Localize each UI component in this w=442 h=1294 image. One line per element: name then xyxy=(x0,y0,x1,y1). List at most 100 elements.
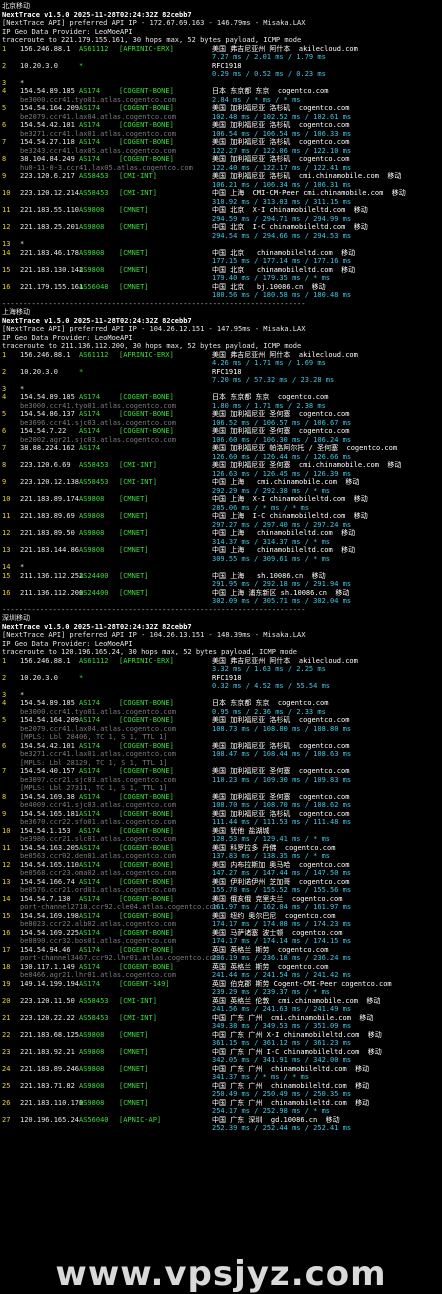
hop-tag: [CMNET] xyxy=(119,1064,149,1073)
rtt-values: 252.39 ms / 252.44 ms / 252.41 ms xyxy=(212,1124,352,1132)
rtt-values: 126.63 ms / 126.45 ms / 126.39 ms xyxy=(212,469,352,478)
hostname: be3000.ccr41.tyo01.atlas.cogentco.com xyxy=(20,95,176,104)
hop-number: 3 xyxy=(2,384,7,393)
hop-number: 4 xyxy=(2,393,7,401)
hop-number: 24 xyxy=(2,1064,11,1073)
hop-tag: [COGENT-BONE] xyxy=(119,894,174,903)
hop-tag: [COGENT-BONE] xyxy=(119,809,174,818)
section-title: 深圳移动 xyxy=(2,614,30,622)
rtt-values: 341.37 ms / * ms / * ms xyxy=(212,1073,309,1081)
hop-line: 2 10.20.3.0 * RFC1918 xyxy=(2,674,442,683)
hop-geo: 英国 英格兰 斯劳 cogentco.com xyxy=(212,945,329,954)
rtt-values: 349.38 ms / 349.53 ms / 351.09 ms xyxy=(212,1022,352,1030)
hop-number: 5 xyxy=(2,104,7,112)
hop-number: 2 xyxy=(2,673,7,682)
hop-ip: * xyxy=(20,78,25,87)
rtt-line: 341.37 ms / * ms / * ms xyxy=(2,1073,442,1082)
rtt-line: 4.26 ms / 1.71 ms / 1.69 ms xyxy=(2,359,442,368)
hop-asn: * xyxy=(79,367,84,376)
hop-ip: 154.54.169.198 xyxy=(20,911,80,920)
hop-number: 11 xyxy=(2,843,11,852)
hop-tag: [COGENT-BONE] xyxy=(119,877,174,886)
hop-line: 9 223.120.12.138 AS58453 [CMI-INT] 中国 上海 cmi… xyxy=(2,478,442,487)
hop-ip: 221.183.89.69 xyxy=(20,512,75,520)
hop-ip: * xyxy=(20,240,25,248)
rtt-values: 111.44 ms / 111.53 ms / 111.48 ms xyxy=(212,818,352,826)
hop-tag: [AFRINIC-ERX] xyxy=(119,350,174,359)
rtt-values: 239.29 ms / 239.37 ms / * ms xyxy=(212,988,331,996)
host-rtt-line: be3000.ccr41.tyo01.atlas.cogentco.com 2.8… xyxy=(2,96,442,105)
hop-line: 16 221.179.155.161 AS56048 [CMNET] 中国 北京 bj.… xyxy=(2,283,442,292)
hop-asn: AS58453 xyxy=(79,1013,109,1022)
trace-info: traceroute to 211.136.112.200, 30 hops m… xyxy=(2,342,302,350)
hop-number: 1 xyxy=(2,44,7,53)
hop-asn: AS174 xyxy=(79,962,101,971)
hop-ip: 10.20.3.0 xyxy=(20,367,58,376)
rtt-values: 106.60 ms / 106.30 ms / 106.24 ms xyxy=(212,435,352,444)
hop-asn: AS174 xyxy=(79,826,101,835)
hostname: be3243.ccr41.lax05.atlas.cogentco.com xyxy=(20,146,176,155)
host-rtt-line: be3000.ccr41.tyo01.atlas.cogentco.com 0.9… xyxy=(2,708,442,717)
hop-geo: 英国 英格兰 伦敦 cmi.chinamobile.com 移动 xyxy=(212,996,381,1005)
hop-ip: * xyxy=(20,384,25,393)
hop-number: 15 xyxy=(2,911,11,920)
hop-ip: 154.54.7.22 xyxy=(20,427,67,435)
hop-tag: [CMNET] xyxy=(119,546,149,554)
hop-line: 13 154.54.166.74 AS174 [COGENT-BONE] 美国 伊利诺伊… xyxy=(2,878,442,887)
host-rtt-line: be3097.ccr21.sjc03.atlas.cogentco.com 110… xyxy=(2,776,442,785)
rtt-line: 7.27 ms / 2.01 ms / 1.79 ms xyxy=(2,53,442,62)
hop-line: 21 223.120.22.22 AS58453 [CMI-INT] 中国 广东 广州 … xyxy=(2,1014,442,1023)
hop-tag: [CMI-INT] xyxy=(119,461,157,469)
hop-line: 13 * xyxy=(2,240,442,249)
hop-tag: [CMNET] xyxy=(119,282,149,291)
hop-tag: [COGENT-BONE] xyxy=(119,138,174,146)
host-rtt-line: be0568.ccr23.oma02.atlas.cogentco.com 147… xyxy=(2,869,442,878)
hop-tag: [COGENT-BONE] xyxy=(119,393,174,401)
hop-asn: AS174 xyxy=(79,716,101,724)
hop-line: 1 156.246.88.1 AS61112 [AFRINIC-ERX] 美国 弗吉尼亚… xyxy=(2,657,442,666)
hop-line: 10 221.183.89.174 AS9808 [CMNET] 中国 上海 X-I c… xyxy=(2,495,442,504)
hop-line: 5 154.54.164.209 AS174 [COGENT-BONE] 美国 加利福尼… xyxy=(2,104,442,113)
hop-ip: 156.246.88.1 xyxy=(20,350,71,359)
hop-tag: [CMNET] xyxy=(119,1098,149,1107)
hop-line: 5 154.54.164.209 AS174 [COGENT-BONE] 美国 加利福尼… xyxy=(2,716,442,725)
hop-line: 10 154.54.1.153 AS174 [COGENT-BONE] 美国 犹他 盐湖… xyxy=(2,827,442,836)
rtt-line: 241.56 ms / 241.63 ms / 241.49 ms xyxy=(2,1005,442,1014)
rtt-values: 2.84 ms / * ms / * ms xyxy=(212,95,301,104)
hop-line: 3 * xyxy=(2,385,442,394)
rtt-values: 161.97 ms / 162.04 ms / 161.97 ms xyxy=(212,903,352,911)
hop-line: 8 223.120.6.69 AS58453 [CMI-INT] 美国 加利福尼亚 圣何… xyxy=(2,461,442,470)
terminal-output: 北京移动 NextTrace v1.5.0 2025-11-28T02:24:32… xyxy=(0,0,442,1280)
hop-asn: AS9808 xyxy=(79,265,105,274)
hop-geo: 美国 加利福尼亚 圣何塞 cogentco.com xyxy=(212,767,350,775)
hop-geo: RFC1918 xyxy=(212,61,242,70)
section-separator: ----------------------------------------… xyxy=(2,605,306,614)
rtt-values: 128.53 ms / 129.41 ms / * ms xyxy=(212,835,331,843)
hop-asn: AS9808 xyxy=(79,248,105,257)
hop-ip: 221.183.46.178 xyxy=(20,248,80,257)
hostname: be3670.ccr22.sfo01.atlas.cogentco.com xyxy=(20,818,176,826)
hop-number: 10 xyxy=(2,495,11,503)
hop-ip: 10.20.3.0 xyxy=(20,61,58,70)
rtt-line: 294.59 ms / 294.71 ms / 294.99 ms xyxy=(2,215,442,224)
hop-line: 17 154.54.94.46 AS174 [COGENT-BONE] 英国 英格兰 斯… xyxy=(2,946,442,955)
hostname: be3986.ccr21.slc01.atlas.cogentco.com xyxy=(20,835,176,843)
hop-geo: 美国 加利福尼亚 洛杉矶 cogentco.com xyxy=(212,716,350,724)
hop-tag: [APNIC-AP] xyxy=(119,1115,162,1124)
hop-tag: [COGENT-BONE] xyxy=(119,427,174,435)
hop-number: 2 xyxy=(2,367,7,376)
host-line: [MPLS: Lbl 27311, TC 1, S 1, TTL 1] xyxy=(2,784,442,793)
host-line: [MPLS: Lbl 28406, TC 1, S 1, TTL 1] xyxy=(2,733,442,742)
hop-ip: 154.54.40.157 xyxy=(20,767,75,775)
hop-asn: AS9808 xyxy=(79,1081,105,1090)
trace-info: [NextTrace API] preferred API IP - 104.2… xyxy=(2,325,306,333)
rtt-line: 254.17 ms / 252.98 ms / * ms xyxy=(2,1107,442,1116)
hop-tag: [CMNET] xyxy=(119,206,149,214)
rtt-line: 250.49 ms / 250.49 ms / 250.35 ms xyxy=(2,1090,442,1099)
hop-ip: 211.136.112.252 xyxy=(20,571,84,580)
hop-tag: [CMI-INT] xyxy=(119,189,157,197)
hop-geo: 日本 东京都 东京 cogentco.com xyxy=(212,393,329,401)
hop-asn: AS174 xyxy=(79,410,101,418)
hop-tag: [CMNET] xyxy=(119,223,149,231)
hop-ip: 154.54.27.118 xyxy=(20,138,75,146)
